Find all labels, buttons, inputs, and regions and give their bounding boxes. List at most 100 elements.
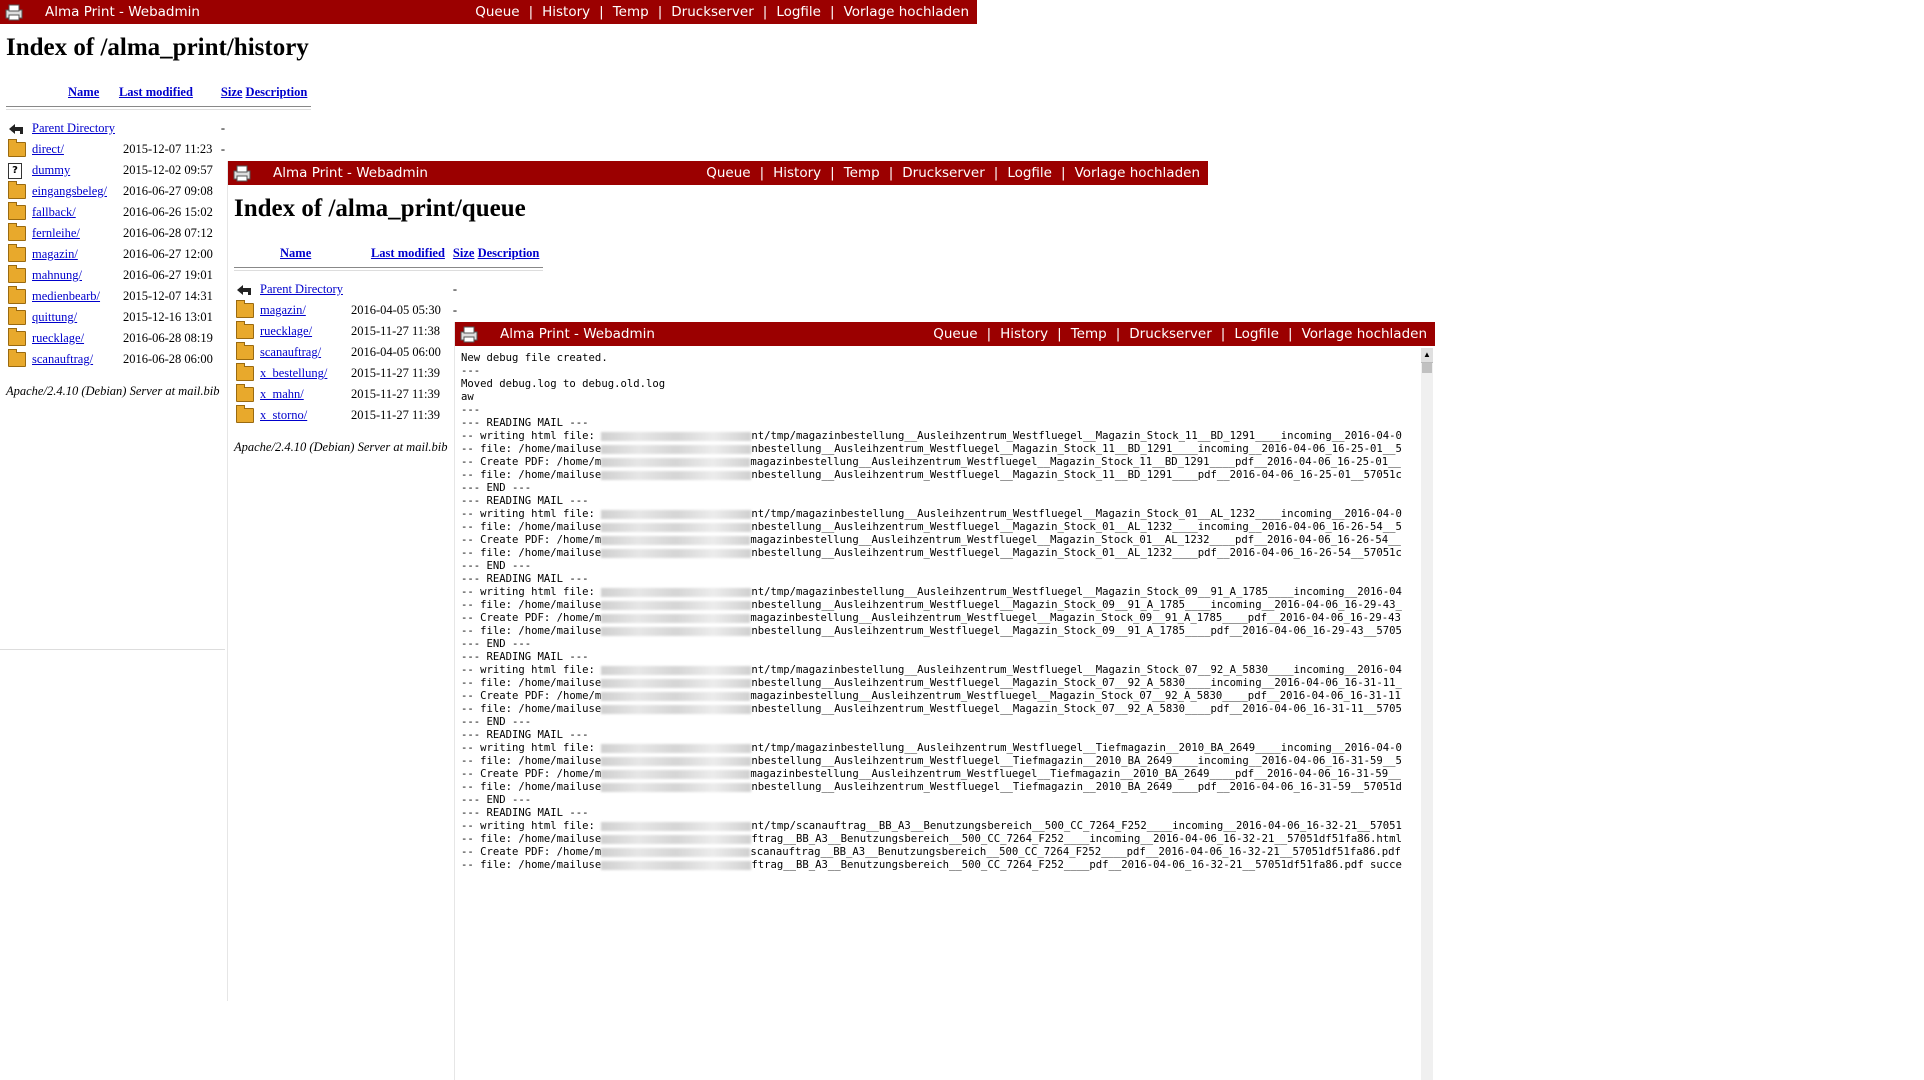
modified-cell: 2016-06-27 12:00 — [122, 247, 213, 261]
nav-item-queue[interactable]: Queue — [706, 165, 750, 181]
log-text-rest: nbestellung__Ausleihzentrum_Westfluegel_… — [751, 547, 1402, 559]
nav-item-vorlage-hochladen[interactable]: Vorlage hochladen — [844, 4, 969, 20]
log-line: -- file: /home/mailuse nbestellung__Ausle… — [461, 547, 1417, 560]
entry-link[interactable]: x_storno/ — [260, 408, 307, 422]
log-text: -- file: /home/mailuse — [461, 443, 602, 455]
redacted-path — [601, 509, 752, 519]
entry-link[interactable]: scanauftrag/ — [32, 352, 93, 366]
log-line: -- file: /home/mailuse nbestellung__Ausle… — [461, 755, 1417, 768]
log-text: --- END --- — [461, 482, 532, 494]
scrollbar-thumb[interactable] — [1422, 363, 1432, 373]
modified-cell: 2016-06-28 08:19 — [122, 331, 213, 345]
nav-item-logfile[interactable]: Logfile — [1234, 326, 1279, 342]
header-divider — [234, 267, 544, 271]
app-title: Alma Print - Webadmin — [45, 4, 200, 20]
sort-by-description-link[interactable]: Description — [246, 85, 308, 99]
sort-by-last-modified-link[interactable]: Last modified — [371, 246, 445, 260]
log-text-rest: ftrag__BB_A3__Benutzungsbereich__500_CC_… — [751, 859, 1402, 871]
nav-item-history[interactable]: History — [773, 165, 821, 181]
modified-cell: 2015-11-27 11:39 — [350, 387, 440, 401]
redacted-path — [601, 444, 752, 454]
nav-item-druckserver[interactable]: Druckserver — [671, 4, 753, 20]
entry-link[interactable]: x_bestellung/ — [260, 366, 327, 380]
entry-link[interactable]: ruecklage/ — [32, 331, 84, 345]
nav-item-queue[interactable]: Queue — [475, 4, 519, 20]
entry-link[interactable]: quittung/ — [32, 310, 77, 324]
parent-directory-link[interactable]: Parent Directory — [32, 121, 115, 135]
nav-item-vorlage-hochladen[interactable]: Vorlage hochladen — [1302, 326, 1427, 342]
redacted-path — [601, 470, 752, 480]
nav-item-druckserver[interactable]: Druckserver — [902, 165, 984, 181]
log-line: --- READING MAIL --- — [461, 495, 1417, 508]
size-cell: - — [452, 282, 458, 296]
log-text: --- READING MAIL --- — [461, 573, 589, 585]
nav-item-temp[interactable]: Temp — [1071, 326, 1107, 342]
nav-item-history[interactable]: History — [542, 4, 590, 20]
modified-cell: 2016-06-28 07:12 — [122, 226, 213, 240]
nav-separator: | — [657, 4, 663, 20]
sort-by-size-link[interactable]: Size — [453, 246, 475, 260]
log-text: -- Create PDF: /home/m — [461, 846, 602, 858]
entry-link[interactable]: direct/ — [32, 142, 64, 156]
log-text-rest: nbestellung__Ausleihzentrum_Westfluegel_… — [751, 781, 1402, 793]
log-text-rest: ftrag__BB_A3__Benutzungsbereich__500_CC_… — [751, 833, 1402, 845]
parent-directory-link[interactable]: Parent Directory — [260, 282, 343, 296]
entry-link[interactable]: medienbearb/ — [32, 289, 100, 303]
log-text-rest: magazinbestellung__Ausleihzentrum_Westfl… — [750, 768, 1401, 780]
modified-cell: 2016-04-05 05:30 — [350, 303, 441, 317]
entry-link[interactable]: mahnung/ — [32, 268, 82, 282]
entry-link[interactable]: fernleihe/ — [32, 226, 80, 240]
nav-item-logfile[interactable]: Logfile — [776, 4, 821, 20]
modified-cell: 2015-12-07 14:31 — [122, 289, 213, 303]
entry-link[interactable]: scanauftrag/ — [260, 345, 321, 359]
nav-item-temp[interactable]: Temp — [844, 165, 880, 181]
log-text-rest: nbestellung__Ausleihzentrum_Westfluegel_… — [751, 755, 1402, 767]
back-icon — [8, 121, 24, 135]
sort-by-name-link[interactable]: Name — [280, 246, 311, 260]
folder-icon — [8, 139, 26, 158]
nav-item-druckserver[interactable]: Druckserver — [1129, 326, 1211, 342]
log-text: --- END --- — [461, 716, 532, 728]
redacted-path — [601, 743, 752, 753]
unknown-file-icon: ? — [8, 162, 22, 179]
nav-item-vorlage-hochladen[interactable]: Vorlage hochladen — [1075, 165, 1200, 181]
vertical-scrollbar[interactable]: ▲ — [1421, 348, 1433, 1080]
log-text: -- file: /home/mailuse — [461, 625, 602, 637]
nav-item-temp[interactable]: Temp — [613, 4, 649, 20]
nav-item-history[interactable]: History — [1000, 326, 1048, 342]
sort-by-name-link[interactable]: Name — [68, 85, 99, 99]
log-text-rest: magazinbestellung__Ausleihzentrum_Westfl… — [750, 456, 1401, 468]
log-text: --- — [461, 404, 481, 416]
entry-link[interactable]: magazin/ — [32, 247, 78, 261]
entry-link[interactable]: magazin/ — [260, 303, 306, 317]
log-text: -- file: /home/mailuse — [461, 521, 602, 533]
log-line: -- writing html file: nt/tmp/scanauftrag… — [461, 820, 1417, 833]
page-title: Index of /alma_print/queue — [234, 195, 526, 222]
log-line: --- END --- — [461, 794, 1417, 807]
entry-link[interactable]: eingangsbeleg/ — [32, 184, 107, 198]
log-text: --- READING MAIL --- — [461, 417, 589, 429]
entry-link[interactable]: ruecklage/ — [260, 324, 312, 338]
nav-separator: | — [759, 165, 765, 181]
log-line: -- file: /home/mailuse nbestellung__Ausle… — [461, 781, 1417, 794]
sort-by-last-modified-link[interactable]: Last modified — [119, 85, 193, 99]
entry-link[interactable]: fallback/ — [32, 205, 76, 219]
printer-icon — [460, 326, 478, 343]
log-line: -- Create PDF: /home/m magazinbestellung_… — [461, 534, 1417, 547]
scroll-up-icon[interactable]: ▲ — [1421, 348, 1433, 363]
log-line: -- file: /home/mailuse ftrag__BB_A3__Benu… — [461, 859, 1417, 872]
entry-link[interactable]: x_mahn/ — [260, 387, 304, 401]
log-line: --- READING MAIL --- — [461, 417, 1417, 430]
redacted-path — [601, 522, 752, 532]
folder-icon — [8, 202, 26, 221]
log-line: -- file: /home/mailuse nbestellung__Ausle… — [461, 599, 1417, 612]
log-text-rest: nt/tmp/magazinbestellung__Ausleihzentrum… — [751, 742, 1402, 754]
log-text: -- Create PDF: /home/m — [461, 456, 602, 468]
sort-by-description-link[interactable]: Description — [478, 246, 540, 260]
nav-item-queue[interactable]: Queue — [933, 326, 977, 342]
sort-by-size-link[interactable]: Size — [221, 85, 243, 99]
log-text: --- — [461, 365, 481, 377]
log-text: --- READING MAIL --- — [461, 729, 589, 741]
nav-item-logfile[interactable]: Logfile — [1007, 165, 1052, 181]
entry-link[interactable]: dummy — [32, 163, 70, 177]
